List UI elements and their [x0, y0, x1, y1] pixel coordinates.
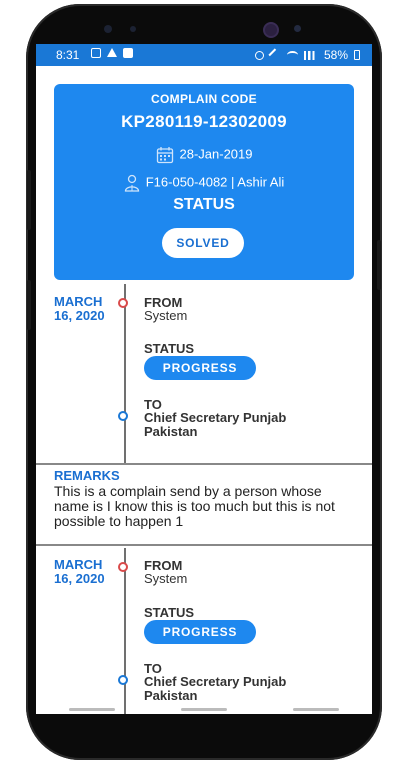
nav-back-button[interactable]: [293, 707, 339, 711]
status-bar: 8:31 58%: [36, 44, 372, 66]
entry-date: MARCH 16, 2020: [54, 294, 105, 323]
from-value: System: [144, 571, 188, 586]
section-divider: [36, 544, 372, 546]
earpiece-icon: [104, 25, 112, 33]
complaint-card: COMPLAIN CODE KP280119-12302009 28-Jan-2…: [54, 84, 354, 280]
nav-recent-button[interactable]: [69, 707, 115, 711]
from-value: System: [144, 308, 188, 323]
sensor-icon: [294, 25, 301, 32]
status-label: STATUS: [144, 605, 195, 620]
remarks-text: This is a complain send by a person whos…: [54, 483, 335, 529]
timeline-dot-from: [118, 298, 128, 308]
remarks-title: REMARKS: [54, 468, 120, 483]
status-progress-badge: PROGRESS: [144, 620, 256, 644]
wifi-icon: [286, 51, 298, 59]
complaint-user-row: F16-050-4082 | Ashir Ali: [54, 174, 354, 192]
to-value: Chief Secretary Punjab Pakistan: [144, 674, 287, 703]
system-nav-bar: [36, 704, 372, 714]
to-value: Chief Secretary Punjab Pakistan: [144, 410, 287, 439]
alarm-icon: [254, 50, 264, 60]
status-progress-badge: PROGRESS: [144, 356, 256, 380]
signal-icon: [303, 50, 318, 60]
front-camera-icon: [263, 22, 279, 38]
app-screen[interactable]: 8:31 58% COMPLAIN CODE KP280119-12302009: [36, 44, 372, 714]
check-icon: [123, 48, 133, 58]
complain-code-value: KP280119-12302009: [121, 112, 287, 131]
phone-side-button-left-2: [27, 280, 31, 330]
sensor-icon-2: [130, 26, 136, 32]
complain-code-label: COMPLAIN CODE: [151, 92, 257, 106]
complaint-date-row: 28-Jan-2019: [54, 146, 354, 164]
complaint-user: F16-050-4082 | Ashir Ali: [145, 174, 285, 190]
timeline-line: [124, 284, 126, 464]
battery-percent: 58%: [323, 48, 348, 62]
timeline-dot-from: [118, 562, 128, 572]
timeline-line: [124, 548, 126, 714]
alert-icon: [107, 48, 117, 57]
battery-icon: [354, 50, 360, 60]
timeline-dot-to: [118, 411, 128, 421]
calendar-icon: [156, 147, 173, 164]
status-time: 8:31: [56, 48, 80, 62]
mute-icon: [268, 47, 283, 63]
timeline-dot-to: [118, 675, 128, 685]
phone-side-button-left: [27, 170, 31, 230]
user-icon: [124, 174, 139, 192]
status-label: STATUS: [144, 341, 195, 356]
entry-date: MARCH 16, 2020: [54, 557, 105, 586]
status-solved-badge: SOLVED: [162, 228, 244, 258]
complaint-date: 28-Jan-2019: [179, 146, 253, 162]
gallery-icon: [91, 48, 101, 58]
nav-home-button[interactable]: [181, 707, 227, 711]
phone-side-button-right: [377, 240, 381, 290]
section-divider: [36, 463, 372, 465]
card-status-label: STATUS: [173, 196, 235, 213]
